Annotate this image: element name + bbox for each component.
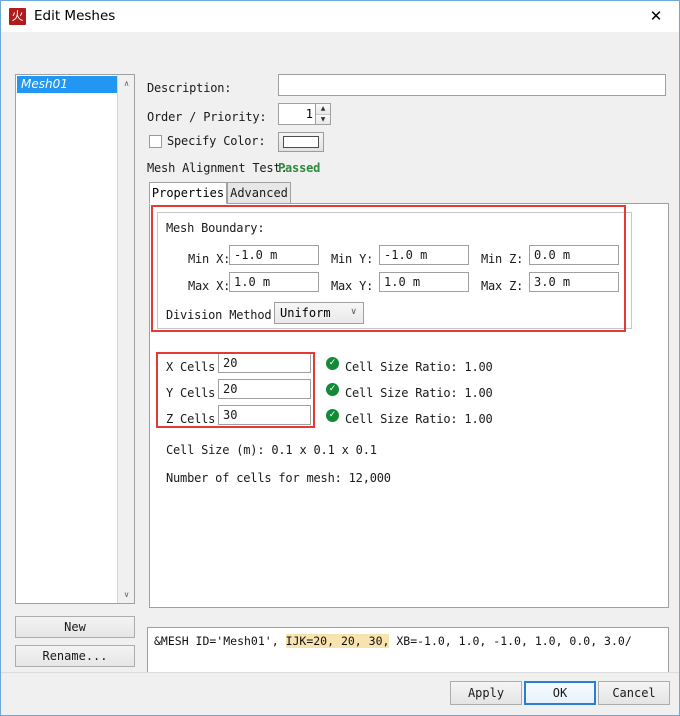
chevron-up-icon[interactable]: ∧ — [118, 75, 135, 92]
z-cells-label: Z Cells: — [166, 412, 222, 426]
x-cells-input[interactable]: 20 — [218, 353, 311, 373]
edit-meshes-dialog: 火 Edit Meshes ✕ Mesh01 ∧ ∨ New Rename...… — [0, 0, 680, 716]
check-circle-icon: ✓ — [326, 357, 339, 370]
y-cell-size-ratio: Cell Size Ratio: 1.00 — [345, 386, 493, 400]
code-highlight: IJK=20, 20, 30, — [286, 634, 390, 648]
code-suffix: XB=-1.0, 1.0, -1.0, 1.0, 0.0, 3.0/ — [389, 634, 631, 648]
stepper-up-icon[interactable]: ▲ — [316, 104, 330, 115]
max-x-label: Max X: — [188, 279, 230, 293]
tab-advanced[interactable]: Advanced — [227, 182, 291, 204]
min-x-input[interactable]: -1.0 m — [229, 245, 319, 265]
max-z-input[interactable]: 3.0 m — [529, 272, 619, 292]
fire-app-icon: 火 — [9, 8, 26, 25]
order-priority-input[interactable]: 1 — [278, 103, 316, 125]
min-z-input[interactable]: 0.0 m — [529, 245, 619, 265]
z-cells-input[interactable]: 30 — [218, 405, 311, 425]
app-icon-glyph: 火 — [11, 10, 23, 22]
division-method-select[interactable]: Uniform ∨ — [274, 302, 364, 324]
color-swatch — [283, 136, 319, 148]
y-cells-label: Y Cells: — [166, 386, 222, 400]
stepper-down-icon[interactable]: ▼ — [316, 115, 330, 125]
properties-pane: Description: Order / Priority: 1 ▲ ▼ Spe… — [144, 70, 669, 608]
check-circle-icon: ✓ — [326, 383, 339, 396]
ok-button[interactable]: OK — [524, 681, 596, 705]
title-bar: 火 Edit Meshes ✕ — [1, 1, 679, 32]
y-cells-input[interactable]: 20 — [218, 379, 311, 399]
color-swatch-button[interactable] — [278, 132, 324, 152]
mesh-list-scrollbar[interactable]: ∧ ∨ — [117, 75, 134, 603]
tab-properties[interactable]: Properties — [149, 182, 227, 204]
description-label: Description: — [147, 81, 231, 95]
code-prefix: &MESH ID='Mesh01', — [154, 634, 286, 648]
division-method-label: Division Method: — [166, 308, 278, 322]
max-y-label: Max Y: — [331, 279, 373, 293]
z-cell-size-ratio: Cell Size Ratio: 1.00 — [345, 412, 493, 426]
min-x-label: Min X: — [188, 252, 230, 266]
cell-count-text: Number of cells for mesh: 12,000 — [166, 471, 391, 485]
properties-tab-panel: Mesh Boundary: Min X: -1.0 m Min Y: -1.0… — [149, 203, 669, 608]
mesh-alignment-label: Mesh Alignment Test: — [147, 161, 288, 175]
description-input[interactable] — [278, 74, 666, 96]
specify-color-label: Specify Color: — [167, 134, 265, 148]
rename-button[interactable]: Rename... — [15, 645, 135, 667]
min-y-label: Min Y: — [331, 252, 373, 266]
cancel-button[interactable]: Cancel — [598, 681, 670, 705]
tab-strip: Properties Advanced — [149, 182, 669, 204]
dialog-body: Mesh01 ∧ ∨ New Rename... Delete... Descr… — [1, 32, 679, 715]
window-title: Edit Meshes — [34, 8, 115, 24]
mesh-boundary-title: Mesh Boundary: — [166, 221, 264, 235]
order-priority-label: Order / Priority: — [147, 110, 266, 124]
new-button[interactable]: New — [15, 616, 135, 638]
list-item[interactable]: Mesh01 — [17, 76, 133, 93]
min-y-input[interactable]: -1.0 m — [379, 245, 469, 265]
apply-button[interactable]: Apply — [450, 681, 522, 705]
x-cell-size-ratio: Cell Size Ratio: 1.00 — [345, 360, 493, 374]
division-method-value: Uniform — [280, 306, 331, 320]
cell-size-text: Cell Size (m): 0.1 x 0.1 x 0.1 — [166, 443, 377, 457]
mesh-alignment-status: Passed — [278, 161, 320, 175]
mesh-list[interactable]: Mesh01 ∧ ∨ — [15, 74, 135, 604]
max-y-input[interactable]: 1.0 m — [379, 272, 469, 292]
order-priority-stepper[interactable]: ▲ ▼ — [315, 103, 331, 125]
check-circle-icon: ✓ — [326, 409, 339, 422]
min-z-label: Min Z: — [481, 252, 523, 266]
chevron-down-icon[interactable]: ∨ — [350, 307, 357, 317]
x-cells-label: X Cells: — [166, 360, 222, 374]
close-icon[interactable]: ✕ — [633, 1, 679, 30]
specify-color-checkbox[interactable] — [149, 135, 162, 148]
dialog-footer: Apply OK Cancel — [1, 672, 679, 715]
chevron-down-icon[interactable]: ∨ — [118, 586, 135, 603]
max-z-label: Max Z: — [481, 279, 523, 293]
max-x-input[interactable]: 1.0 m — [229, 272, 319, 292]
